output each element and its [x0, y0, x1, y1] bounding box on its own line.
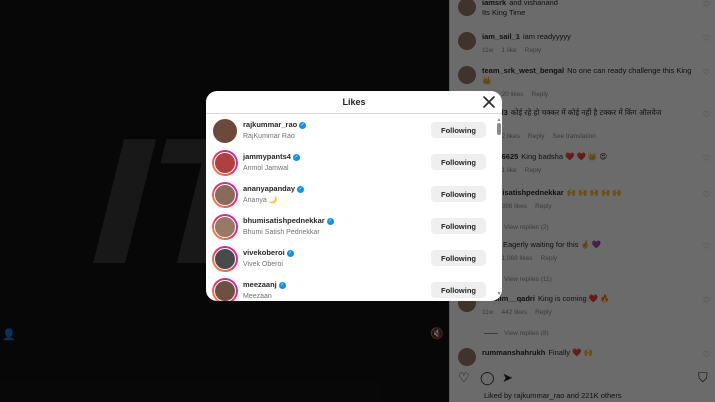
likes-modal: Likes rajkummar_rao ✓ RajKummar Rao Followi…: [206, 91, 502, 301]
full-name: RajKummar Rao: [243, 133, 295, 140]
avatar[interactable]: [212, 246, 238, 272]
avatar-image: [214, 248, 236, 270]
avatar-image: [214, 184, 236, 206]
full-name: Meezaan: [243, 293, 272, 300]
close-button[interactable]: [482, 95, 496, 109]
avatar-image: [214, 152, 236, 174]
avatar-image: [214, 216, 236, 238]
avatar-image: [214, 280, 236, 301]
modal-header: Likes: [206, 91, 502, 114]
following-button[interactable]: Following: [431, 218, 486, 234]
scroll-down-arrow-icon[interactable]: ▼: [496, 291, 502, 297]
username-link[interactable]: vivekoberoi: [243, 248, 285, 257]
full-name: Bhumi Satish Pednekkar: [243, 229, 320, 236]
avatar[interactable]: [212, 118, 238, 144]
verified-icon: ✓: [299, 121, 307, 129]
likes-list-item: jammypants4 ✓ Anmol Jamwal Following: [206, 147, 496, 179]
full-name: Ananya 🌙: [243, 197, 278, 204]
likes-list-item: rajkummar_rao ✓ RajKummar Rao Following: [206, 115, 496, 147]
avatar-image: [212, 118, 238, 144]
username-link[interactable]: bhumisatishpednekkar: [243, 216, 325, 225]
scrollbar[interactable]: ▲ ▼: [496, 117, 502, 297]
verified-icon: ✓: [292, 153, 300, 161]
verified-icon: ✓: [278, 281, 286, 289]
close-icon: [483, 96, 495, 108]
avatar[interactable]: [212, 150, 238, 176]
likes-list[interactable]: rajkummar_rao ✓ RajKummar Rao Following jamm…: [206, 115, 502, 301]
following-button[interactable]: Following: [431, 154, 486, 170]
verified-icon: ✓: [326, 217, 334, 225]
scrollbar-thumb[interactable]: [497, 123, 501, 135]
following-button[interactable]: Following: [431, 250, 486, 266]
username-link[interactable]: ananyapanday: [243, 184, 295, 193]
following-button[interactable]: Following: [431, 186, 486, 202]
verified-icon: ✓: [297, 185, 305, 193]
following-button[interactable]: Following: [431, 282, 486, 298]
avatar[interactable]: [212, 214, 238, 240]
avatar[interactable]: [212, 278, 238, 301]
username-link[interactable]: rajkummar_rao: [243, 120, 297, 129]
full-name: Anmol Jamwal: [243, 165, 289, 172]
username-link[interactable]: jammypants4: [243, 152, 291, 161]
following-button[interactable]: Following: [431, 122, 486, 138]
full-name: Vivek Oberoi: [243, 261, 283, 268]
verified-icon: ✓: [286, 249, 294, 257]
modal-title: Likes: [342, 97, 366, 107]
likes-list-item: meezaanj ✓ Meezaan Following: [206, 275, 496, 301]
likes-list-item: vivekoberoi ✓ Vivek Oberoi Following: [206, 243, 496, 275]
avatar[interactable]: [212, 182, 238, 208]
username-link[interactable]: meezaanj: [243, 280, 277, 289]
likes-list-item: bhumisatishpednekkar ✓ Bhumi Satish Pednek…: [206, 211, 496, 243]
likes-list-item: ananyapanday ✓ Ananya 🌙 Following: [206, 179, 496, 211]
